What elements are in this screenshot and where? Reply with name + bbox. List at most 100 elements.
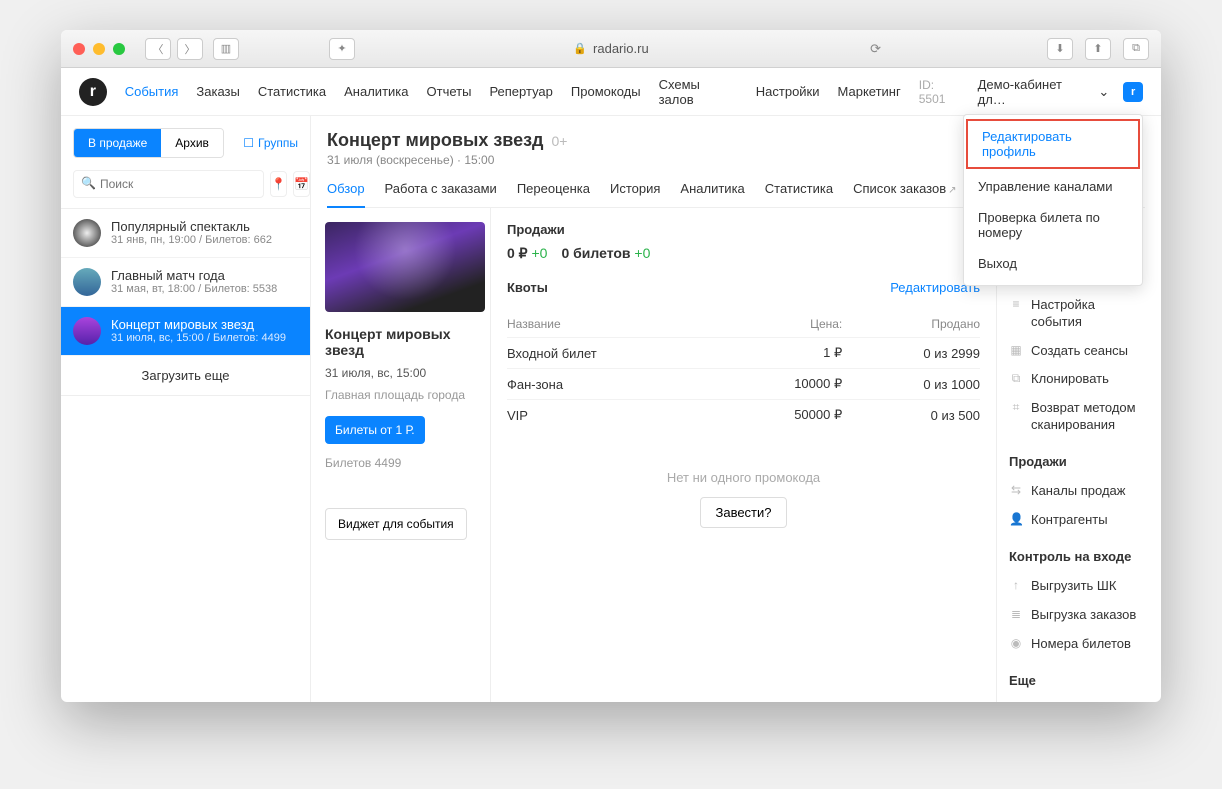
quotas-heading: Квоты [507, 280, 548, 295]
list-icon: ≣ [1009, 607, 1023, 623]
col-name: Название [507, 311, 725, 338]
action-settings[interactable]: ≡Настройка события [1009, 291, 1149, 337]
action-create-sessions[interactable]: ▦Создать сеансы [1009, 337, 1149, 366]
action-channels[interactable]: ⇆Каналы продаж [1009, 477, 1149, 506]
nav-repertoire[interactable]: Репертуар [489, 84, 552, 99]
tabs-button[interactable]: ⧉ [1123, 38, 1149, 60]
sales-heading: Продажи [507, 222, 980, 237]
share-button[interactable]: ⬆ [1085, 38, 1111, 60]
action-export-orders[interactable]: ≣Выгрузка заказов [1009, 601, 1149, 630]
location-filter[interactable]: 📍 [270, 171, 287, 197]
widget-button[interactable]: Виджет для события [325, 508, 467, 540]
sidebar: В продаже Архив ☐ Группы 🔍 📍 📅 [61, 116, 311, 702]
sales-section-heading: Продажи [1009, 454, 1149, 469]
top-nav: r События Заказы Статистика Аналитика От… [61, 68, 1161, 116]
nav-stats[interactable]: Статистика [258, 84, 326, 99]
back-button[interactable]: 〈 [145, 38, 171, 60]
table-row: VIP50000 ₽0 из 500 [507, 400, 980, 431]
age-badge: 0+ [551, 133, 567, 149]
account-name: Демо-кабинет дл… [978, 77, 1093, 107]
url-text: radario.ru [593, 41, 649, 56]
nav-marketing[interactable]: Маркетинг [838, 84, 901, 99]
event-title: Концерт мировых звезд [111, 317, 286, 332]
summary-date: 31 июля, вс, 15:00 [325, 366, 476, 380]
groups-toggle[interactable]: ☐ Группы [243, 136, 298, 150]
price-button[interactable]: Билеты от 1 Р. [325, 416, 425, 444]
minimize-window[interactable] [93, 43, 105, 55]
dropdown-logout[interactable]: Выход [964, 248, 1142, 279]
status-segment: В продаже Архив [73, 128, 224, 158]
add-promo-button[interactable]: Завести? [700, 497, 786, 528]
promo-empty-text: Нет ни одного промокода [507, 470, 980, 485]
load-more-button[interactable]: Загрузить еще [61, 356, 310, 396]
event-sub: 31 янв, пн, 19:00 / Билетов: 662 [111, 234, 272, 246]
nav-reports[interactable]: Отчеты [427, 84, 472, 99]
tab-order-list[interactable]: Список заказов↗ [853, 181, 956, 207]
event-list: Популярный спектакль 31 янв, пн, 19:00 /… [61, 208, 310, 396]
account-dropdown: Редактировать профиль Управление каналам… [963, 114, 1143, 286]
tab-analytics[interactable]: Аналитика [680, 181, 744, 207]
dropdown-channels[interactable]: Управление каналами [964, 171, 1142, 202]
event-sub: 31 июля, вс, 15:00 / Билетов: 4499 [111, 332, 286, 344]
nav-settings[interactable]: Настройки [756, 84, 820, 99]
event-summary-column: Концерт мировых звезд 31 июля, вс, 15:00… [311, 208, 491, 702]
seg-on-sale[interactable]: В продаже [74, 129, 161, 157]
event-item[interactable]: Популярный спектакль 31 янв, пн, 19:00 /… [61, 209, 310, 258]
table-row: Фан-зона10000 ₽0 из 1000 [507, 369, 980, 400]
browser-titlebar: 〈 〉 ▥ ✦ 🔒 radario.ru ⟳ ⬇ ⬆ ⧉ [61, 30, 1161, 68]
search-input[interactable] [73, 170, 264, 198]
copy-icon: ⧉ [1009, 371, 1023, 387]
control-heading: Контроль на входе [1009, 549, 1149, 564]
extension-button[interactable]: ✦ [329, 38, 355, 60]
dropdown-edit-profile[interactable]: Редактировать профиль [966, 119, 1140, 169]
seg-archive[interactable]: Архив [161, 129, 223, 157]
action-agents[interactable]: 👤Контрагенты [1009, 506, 1149, 535]
sales-amount: 0 ₽ [507, 245, 528, 261]
chevron-down-icon: ⌄ [1098, 84, 1109, 100]
address-bar[interactable]: 🔒 radario.ru [573, 41, 648, 56]
tab-reprice[interactable]: Переоценка [517, 181, 590, 207]
account-menu-button[interactable]: Демо-кабинет дл… ⌄ [978, 77, 1110, 107]
more-heading: Еще [1009, 673, 1149, 688]
action-ticket-numbers[interactable]: ◉Номера билетов [1009, 630, 1149, 659]
action-scan-refund[interactable]: ⌗Возврат методом сканирования [1009, 394, 1149, 440]
maximize-window[interactable] [113, 43, 125, 55]
nav-orders[interactable]: Заказы [196, 84, 239, 99]
table-row: Входной билет1 ₽0 из 2999 [507, 338, 980, 369]
action-export-bc[interactable]: ↑Выгрузить ШК [1009, 572, 1149, 601]
downloads-button[interactable]: ⬇ [1047, 38, 1073, 60]
app-icon[interactable]: r [1123, 82, 1143, 102]
forward-button[interactable]: 〉 [177, 38, 203, 60]
event-thumb [73, 268, 101, 296]
search-icon: 🔍 [81, 176, 96, 190]
close-window[interactable] [73, 43, 85, 55]
sales-tickets: 0 билетов [561, 245, 630, 261]
action-clone[interactable]: ⧉Клонировать [1009, 365, 1149, 394]
sidebar-toggle[interactable]: ▥ [213, 38, 239, 60]
event-item[interactable]: Концерт мировых звезд 31 июля, вс, 15:00… [61, 307, 310, 356]
scan-icon: ⌗ [1009, 400, 1023, 416]
ticket-icon: ◉ [1009, 636, 1023, 652]
window-controls [73, 43, 125, 55]
tab-overview[interactable]: Обзор [327, 181, 365, 208]
nav-halls[interactable]: Схемы залов [659, 77, 738, 107]
nav-promo[interactable]: Промокоды [571, 84, 641, 99]
channels-icon: ⇆ [1009, 483, 1023, 499]
date-filter[interactable]: 📅 [293, 171, 310, 197]
event-cover [325, 222, 485, 312]
logo[interactable]: r [79, 78, 107, 106]
event-item[interactable]: Главный матч года 31 мая, вт, 18:00 / Би… [61, 258, 310, 307]
settings-icon: ≡ [1009, 297, 1023, 313]
nav-events[interactable]: События [125, 84, 179, 99]
event-title: Популярный спектакль [111, 219, 272, 234]
tab-orders[interactable]: Работа с заказами [385, 181, 497, 207]
reload-icon[interactable]: ⟳ [870, 41, 881, 57]
external-icon: ↗ [948, 185, 956, 196]
dropdown-check-ticket[interactable]: Проверка билета по номеру [964, 202, 1142, 248]
tab-stats[interactable]: Статистика [765, 181, 833, 207]
nav-analytics[interactable]: Аналитика [344, 84, 408, 99]
event-title: Главный матч года [111, 268, 277, 283]
tab-history[interactable]: История [610, 181, 660, 207]
col-sold: Продано [842, 311, 980, 338]
sales-tickets-delta: +0 [634, 245, 650, 261]
